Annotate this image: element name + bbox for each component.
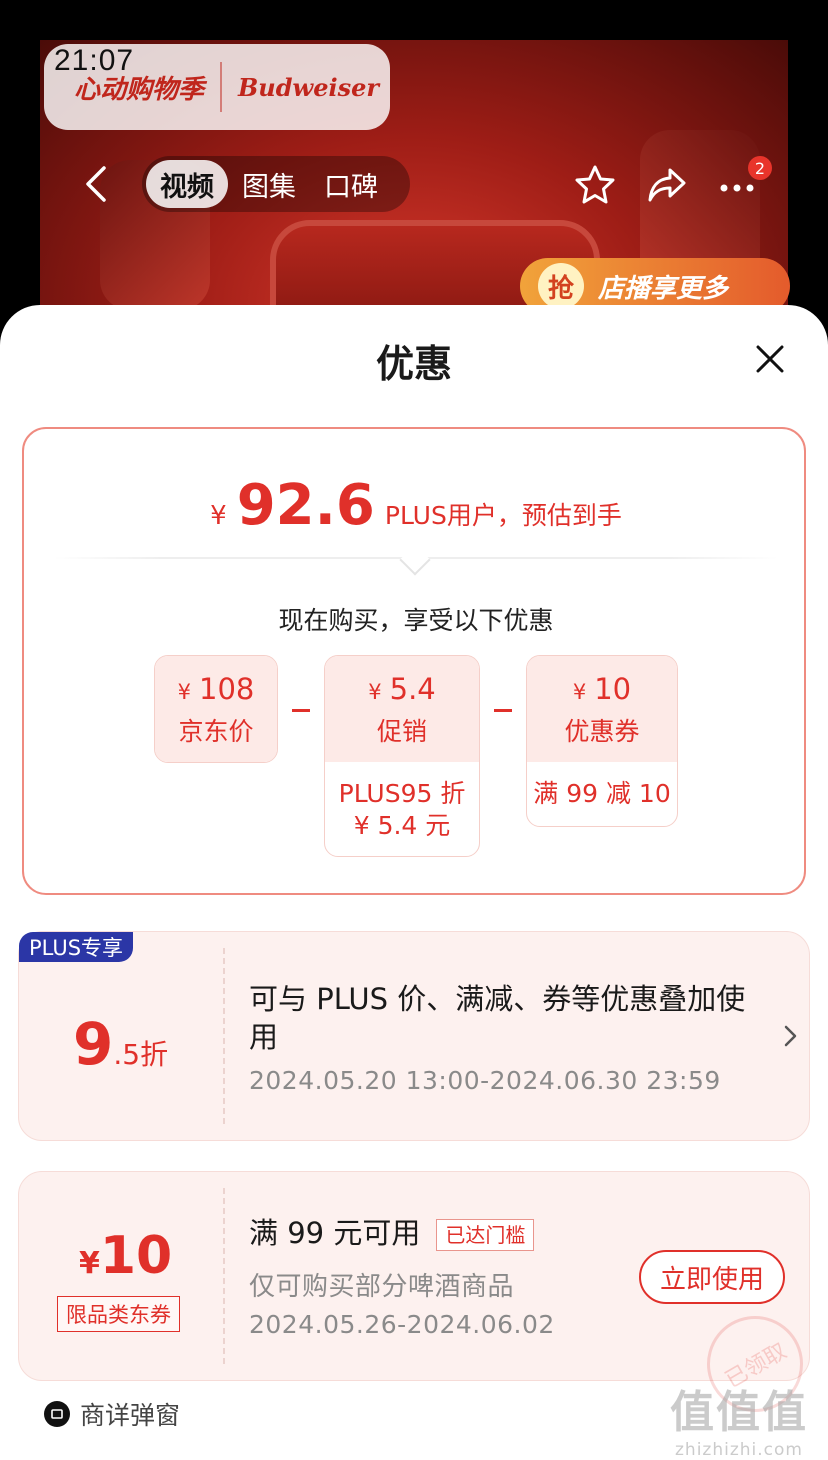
jd-coupon-card: ¥ 10 限品类东券 满 99 元可用 已达门槛 仅可购买部分啤酒商品 2024.… [18, 1171, 821, 1430]
divider-notch [399, 544, 431, 576]
coupon-left: 9 .5折 [19, 932, 223, 1140]
estimated-price-row: ¥ 92.6 PLUS用户，预估到手 [24, 473, 808, 538]
coupon-dash [223, 948, 225, 1124]
watermark-logo: 值值值 [670, 1387, 808, 1438]
price-box-head: ¥5.4 促销 [325, 656, 479, 762]
share-icon[interactable] [646, 164, 688, 206]
status-time: 21:07 [54, 44, 135, 77]
app-root: 心动购物季 Budweiser 抢 店播享更多 21:07 视频 图集 口碑 2 [0, 0, 828, 1460]
watermark-url: zhizhizhi.com [675, 1440, 803, 1460]
plus-coupon-title: 可与 PLUS 价、满减、券等优惠叠加使用 [249, 982, 746, 1054]
coupon-title-row: 满 99 元可用 已达门槛 [249, 1214, 535, 1254]
buy-note: 现在购买，享受以下优惠 [278, 606, 554, 635]
coupon-subtitle: 仅可购买部分啤酒商品 [249, 1272, 515, 1302]
price-box-value: ¥5.4 [368, 672, 436, 706]
tab-video[interactable]: 视频 [146, 160, 228, 208]
source-icon [44, 1401, 70, 1427]
back-icon[interactable] [78, 164, 114, 204]
coupon-dash [223, 1188, 225, 1364]
price-box-coupon: ¥10 优惠券 满 99 减 10 [526, 655, 678, 827]
sheet-title: 优惠 [375, 342, 452, 386]
coupon-type-label: 限品类东券 [57, 1296, 180, 1332]
threshold-reached-tag: 已达门槛 [436, 1219, 535, 1251]
star-icon[interactable] [574, 164, 616, 206]
coupon-amount: ¥ 10 [79, 1226, 173, 1286]
price-box-detail: PLUS95 折 ¥ 5.4 元 [338, 779, 466, 840]
estimated-price: 92.6 [236, 473, 375, 538]
source-text: 商详弹窗 [80, 1401, 181, 1430]
coupon-title: 满 99 元可用 [249, 1216, 421, 1250]
media-tabs: 视频 图集 口碑 [142, 156, 410, 212]
coupon-date: 2024.05.26-2024.06.02 [249, 1310, 555, 1339]
price-box-caption: 促销 [376, 717, 427, 746]
minus-operator [494, 709, 512, 712]
plus-discount-card[interactable]: PLUS专享 9 .5折 可与 PLUS 价、满减、券等优惠叠加使用 2024.… [18, 931, 810, 1141]
price-box-value: ¥108 [177, 672, 255, 706]
price-box-value: ¥10 [572, 672, 632, 706]
close-icon[interactable] [752, 341, 788, 377]
tab-gallery[interactable]: 图集 [228, 160, 310, 208]
tab-reviews[interactable]: 口碑 [310, 160, 392, 208]
price-box-head: ¥10 优惠券 [527, 656, 677, 762]
promo-icon: 抢 [538, 263, 584, 309]
watermark: 值值值 zhizhizhi.com [670, 1376, 808, 1460]
source-label: 商详弹窗 [44, 1396, 180, 1432]
chevron-right-icon[interactable] [783, 1024, 799, 1048]
discount-sheet: 优惠 ¥ 92.6 PLUS用户，预估到手 现在购买，享受以下优惠 ¥108 京… [0, 305, 828, 1460]
price-box-detail: 满 99 减 10 [533, 779, 671, 808]
currency-symbol: ¥ [210, 501, 227, 531]
brand-separator [220, 62, 223, 112]
estimated-label: PLUS用户，预估到手 [384, 501, 622, 530]
brand-right-logo: Budweiser [238, 72, 380, 102]
price-box-caption: 优惠券 [564, 717, 640, 746]
price-box-jd: ¥108 京东价 [154, 655, 278, 763]
plus-coupon-date: 2024.05.20 13:00-2024.06.30 23:59 [249, 1066, 721, 1095]
use-now-button[interactable]: 立即使用 [639, 1250, 785, 1304]
price-box-head: ¥108 京东价 [155, 656, 277, 762]
price-box-promo: ¥5.4 促销 PLUS95 折 ¥ 5.4 元 [324, 655, 480, 857]
minus-operator [292, 709, 310, 712]
plus-discount-value: 9 .5折 [73, 1010, 169, 1078]
price-box-caption: 京东价 [178, 717, 254, 746]
more-badge: 2 [748, 156, 772, 180]
price-summary-card: ¥ 92.6 PLUS用户，预估到手 现在购买，享受以下优惠 ¥108 京东价 … [22, 427, 806, 895]
coupon-left: ¥ 10 限品类东券 [19, 1172, 223, 1380]
promo-text: 店播享更多 [598, 273, 729, 304]
